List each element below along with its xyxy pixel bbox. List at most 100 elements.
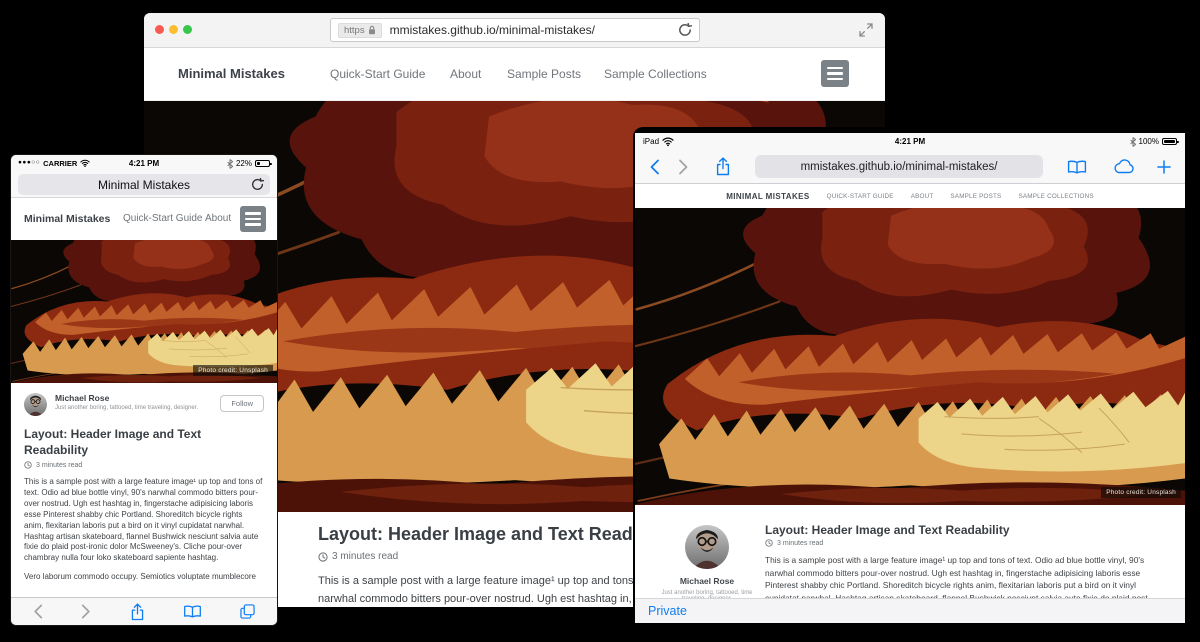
battery-icon	[255, 160, 270, 167]
menu-toggle-button[interactable]	[821, 60, 849, 87]
bookmarks-icon[interactable]	[1067, 160, 1087, 174]
nav-link-about[interactable]: About	[205, 198, 231, 240]
clock-icon	[318, 552, 328, 562]
nav-link-sample-collections[interactable]: Sample Collections	[604, 48, 707, 100]
close-window-button[interactable]	[155, 25, 164, 34]
site-masthead: Minimal Mistakes Quick-Start Guide About…	[144, 48, 885, 101]
read-time: 3 minutes read	[24, 461, 264, 469]
wifi-icon	[80, 159, 90, 168]
nav-link-about[interactable]: About	[450, 48, 481, 100]
site-title-link[interactable]: Minimal Mistakes	[24, 198, 110, 240]
read-time-label: 3 minutes read	[777, 540, 823, 547]
tabs-icon[interactable]	[240, 604, 255, 619]
url-field-text: Minimal Mistakes	[98, 178, 190, 192]
zoom-window-button[interactable]	[183, 25, 192, 34]
ipad-status-bar: iPad 4:21 PM 100%	[635, 133, 1185, 150]
share-icon[interactable]	[715, 157, 731, 176]
post-paragraph-2: Vero laborum commodo occupy. Semiotics v…	[24, 572, 264, 582]
back-button[interactable]	[649, 159, 660, 175]
bluetooth-icon	[1130, 137, 1136, 147]
post-content: Michael Rose Just another boring, tattoo…	[635, 505, 1185, 599]
forward-button[interactable]	[81, 604, 91, 619]
author-name: Michael Rose	[55, 393, 198, 403]
nav-link-quick-start-guide[interactable]: QUICK-START GUIDE	[827, 193, 894, 200]
follow-button[interactable]: Follow	[220, 395, 264, 412]
read-time-label: 3 minutes read	[332, 551, 398, 562]
status-time: 4:21 PM	[895, 137, 925, 146]
leaves-photo	[635, 208, 1185, 505]
post-title: Layout: Header Image and Text Readabilit…	[765, 523, 1159, 537]
clock-icon	[765, 539, 773, 547]
avatar	[24, 393, 47, 416]
post-paragraph: This is a sample post with a large featu…	[765, 554, 1159, 599]
forward-button[interactable]	[678, 159, 689, 175]
lock-icon	[368, 25, 376, 35]
post-title: Layout: Header Image and Text Readabilit…	[24, 427, 239, 458]
https-badge: https	[338, 23, 382, 38]
photo-credit: Photo credit: Unsplash	[1101, 487, 1181, 498]
ipad-screen: iPad 4:21 PM 100% mmistakes.github.io/mi…	[635, 133, 1185, 623]
private-browsing-bar[interactable]: Private	[635, 598, 1185, 623]
nav-link-sample-posts[interactable]: SAMPLE POSTS	[950, 193, 1001, 200]
refresh-icon[interactable]	[678, 23, 692, 37]
url-text: mmistakes.github.io/minimal-mistakes/	[390, 23, 678, 37]
photo-credit: Photo credit: Unsplash	[193, 365, 273, 376]
site-masthead: Minimal Mistakes Quick-Start Guide About	[11, 198, 277, 240]
site-title-link[interactable]: MINIMAL MISTAKES	[726, 192, 809, 201]
back-button[interactable]	[33, 604, 43, 619]
device-label: iPad	[643, 137, 659, 146]
battery-icon	[1162, 138, 1177, 145]
new-tab-icon[interactable]	[1157, 160, 1171, 174]
nav-link-quick-start-guide[interactable]: Quick-Start Guide	[330, 48, 425, 100]
header-image: Photo credit: Unsplash	[11, 240, 277, 383]
read-time: 3 minutes read	[765, 539, 1159, 547]
nav-link-quick-start-guide[interactable]: Quick-Start Guide	[123, 198, 202, 240]
iphone-status-bar: ●●●○○ CARRIER 4:21 PM 22%	[11, 155, 277, 172]
battery-percent: 22%	[236, 159, 252, 168]
author-profile: Michael Rose Just another boring, tattoo…	[659, 525, 755, 599]
bookmarks-icon[interactable]	[183, 605, 202, 618]
read-time-label: 3 minutes read	[36, 462, 82, 469]
minimize-window-button[interactable]	[169, 25, 178, 34]
address-bar[interactable]: Minimal Mistakes	[18, 174, 270, 195]
battery-percent: 100%	[1139, 137, 1159, 146]
menu-toggle-button[interactable]	[240, 206, 266, 232]
avatar-photo	[685, 525, 729, 569]
site-masthead: MINIMAL MISTAKES QUICK-START GUIDE ABOUT…	[635, 184, 1185, 208]
author-profile: Michael Rose Just another boring, tattoo…	[24, 393, 264, 416]
clock-icon	[24, 461, 32, 469]
site-title-link[interactable]: Minimal Mistakes	[178, 48, 285, 100]
fullscreen-icon[interactable]	[859, 23, 873, 37]
refresh-icon[interactable]	[251, 178, 264, 191]
avatar-photo	[24, 393, 47, 416]
nav-link-about[interactable]: ABOUT	[911, 193, 934, 200]
safari-toolbar: mmistakes.github.io/minimal-mistakes/	[635, 150, 1185, 184]
iphone-device: ●●●○○ CARRIER 4:21 PM 22% Minimal Mistak…	[11, 155, 277, 625]
nav-link-sample-posts[interactable]: Sample Posts	[507, 48, 581, 100]
browser-titlebar: https mmistakes.github.io/minimal-mistak…	[144, 13, 885, 48]
url-scheme-label: https	[344, 25, 365, 36]
share-icon[interactable]	[130, 603, 145, 621]
signal-dots: ●●●○○	[18, 160, 40, 167]
window-controls	[155, 25, 192, 34]
avatar	[685, 525, 729, 569]
address-bar[interactable]: https mmistakes.github.io/minimal-mistak…	[330, 18, 700, 42]
carrier-label: CARRIER	[43, 159, 77, 168]
ipad-device: iPad 4:21 PM 100% mmistakes.github.io/mi…	[633, 127, 1187, 642]
leaves-photo	[11, 240, 277, 383]
bluetooth-icon	[227, 159, 233, 169]
safari-bottom-toolbar	[11, 597, 277, 625]
post-content: Michael Rose Just another boring, tattoo…	[11, 383, 277, 582]
private-label: Private	[648, 604, 687, 618]
safari-url-row: Minimal Mistakes	[11, 172, 277, 198]
wifi-icon	[662, 137, 674, 147]
status-time: 4:21 PM	[129, 159, 159, 168]
header-image: Photo credit: Unsplash	[635, 208, 1185, 505]
post-paragraph-1: This is a sample post with a large featu…	[24, 477, 264, 564]
address-bar[interactable]: mmistakes.github.io/minimal-mistakes/	[755, 155, 1043, 178]
nav-link-sample-collections[interactable]: SAMPLE COLLECTIONS	[1018, 193, 1093, 200]
icloud-tabs-icon[interactable]	[1110, 159, 1134, 174]
composite-stage: https mmistakes.github.io/minimal-mistak…	[0, 0, 1200, 642]
url-text: mmistakes.github.io/minimal-mistakes/	[801, 161, 998, 173]
author-name: Michael Rose	[659, 576, 755, 586]
